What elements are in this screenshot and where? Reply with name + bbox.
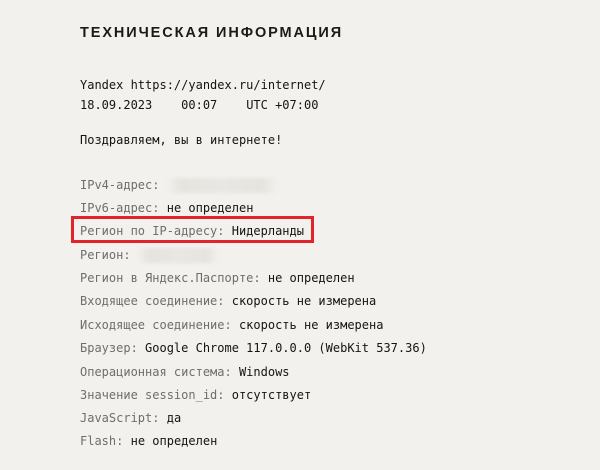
info-row-session-id: Значение session_id: отсутствует	[80, 387, 311, 403]
row-label: IPv6-адрес:	[80, 201, 160, 215]
info-row-browser: Браузер: Google Chrome 117.0.0.0 (WebKit…	[80, 340, 427, 356]
row-label: JavaScript:	[80, 411, 160, 425]
row-label: IPv4-адрес:	[80, 178, 160, 192]
row-value: не определен	[166, 201, 254, 215]
row-value: да	[166, 411, 182, 425]
redacted-value	[166, 178, 277, 193]
row-value: скорость не измерена	[238, 318, 384, 332]
info-row-os: Операционная система: Windows	[80, 364, 290, 380]
info-row-javascript: JavaScript: да	[80, 410, 181, 426]
row-value: Google Chrome 117.0.0.0 (WebKit 537.36)	[145, 341, 427, 355]
info-row-passport-region: Регион в Яндекс.Паспорте: не определен	[80, 270, 355, 286]
row-label: Браузер:	[80, 341, 138, 355]
timezone-text: UTC +07:00	[246, 98, 319, 112]
row-label: Исходящее соединение:	[80, 318, 232, 332]
info-row-flash: Flash: не определен	[80, 433, 217, 449]
row-value: Windows	[238, 365, 290, 379]
info-row-incoming: Входящее соединение: скорость не измерен…	[80, 293, 376, 309]
info-row-region: Регион:	[80, 247, 218, 263]
info-row-ipv6: IPv6-адрес: не определен	[80, 200, 253, 216]
row-label: Регион в Яндекс.Паспорте:	[80, 271, 261, 285]
page-title: ТЕХНИЧЕСКАЯ ИНФОРМАЦИЯ	[80, 25, 344, 41]
time-text: 00:07	[181, 98, 218, 112]
row-label: Значение session_id:	[80, 388, 225, 402]
info-row-ipv4: IPv4-адрес:	[80, 177, 277, 193]
row-label: Входящее соединение:	[80, 294, 225, 308]
row-label: Flash:	[80, 434, 124, 448]
greeting-text: Поздравляем, вы в интернете!	[80, 133, 283, 147]
row-label: Операционная система:	[80, 365, 232, 379]
row-value: отсутствует	[231, 388, 312, 402]
row-label: Регион:	[80, 248, 131, 262]
site-line: Yandex https://yandex.ru/internet/	[80, 78, 326, 92]
redacted-value	[137, 248, 218, 263]
row-value: не определен	[267, 271, 355, 285]
highlight-frame	[71, 216, 314, 243]
row-value: не определен	[130, 434, 218, 448]
row-value: скорость не измерена	[231, 294, 377, 308]
date-text: 18.09.2023	[80, 98, 153, 112]
datetime-line: 18.09.2023 00:07 UTC +07:00	[80, 97, 318, 113]
info-row-outgoing: Исходящее соединение: скорость не измере…	[80, 317, 383, 333]
